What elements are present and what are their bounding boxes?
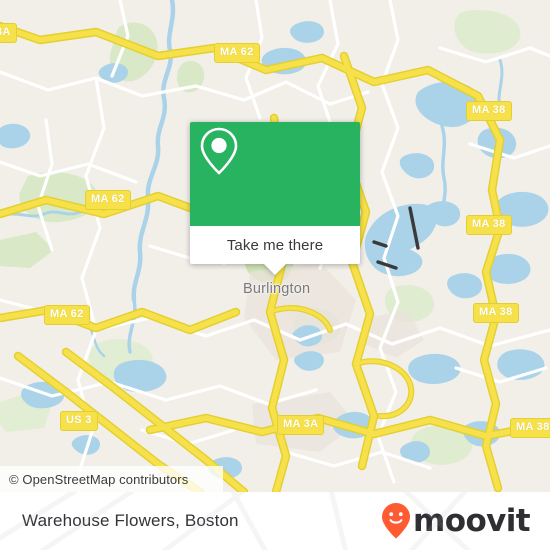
moovit-smiley-pin-icon (382, 503, 411, 539)
moovit-map-screenshot: 3A MA 62 MA 38 MA 62 MA 38 MA 62 MA 38 U… (0, 0, 550, 550)
osm-attribution-text: © OpenStreetMap contributors (9, 471, 189, 487)
location-callout[interactable]: Take me there (190, 122, 360, 275)
callout-icon-panel (190, 122, 360, 226)
osm-attribution[interactable]: © OpenStreetMap contributors (0, 466, 223, 492)
road-shield-3a: 3A (0, 23, 17, 43)
map-canvas[interactable]: 3A MA 62 MA 38 MA 62 MA 38 MA 62 MA 38 U… (0, 0, 550, 492)
road-shield-ma-38-north: MA 38 (466, 101, 512, 121)
poi-title: Warehouse Flowers, Boston (22, 511, 239, 530)
road-shield-ma-38-south: MA 38 (473, 303, 519, 323)
callout-cta-panel[interactable]: Take me there (190, 226, 360, 275)
road-shield-us-3: US 3 (60, 411, 98, 431)
road-shield-ma-62-west: MA 62 (85, 190, 131, 210)
callout-tail (264, 264, 286, 275)
road-shield-ma-62-southwest: MA 62 (44, 305, 90, 325)
road-shield-ma-62-north: MA 62 (214, 43, 260, 63)
take-me-there-label: Take me there (226, 236, 324, 254)
moovit-wordmark: moovit (413, 502, 531, 539)
road-shield-ma-38-mid: MA 38 (466, 215, 512, 235)
map-pin-icon (200, 127, 238, 175)
road-shield-ma-38-southeast: MA 38 (510, 418, 550, 438)
place-label-burlington: Burlington (243, 281, 311, 297)
footer-bar: Warehouse Flowers, Boston moovit (0, 492, 550, 550)
moovit-logo[interactable]: moovit (381, 502, 531, 540)
road-shield-ma-3a: MA 3A (277, 415, 325, 435)
